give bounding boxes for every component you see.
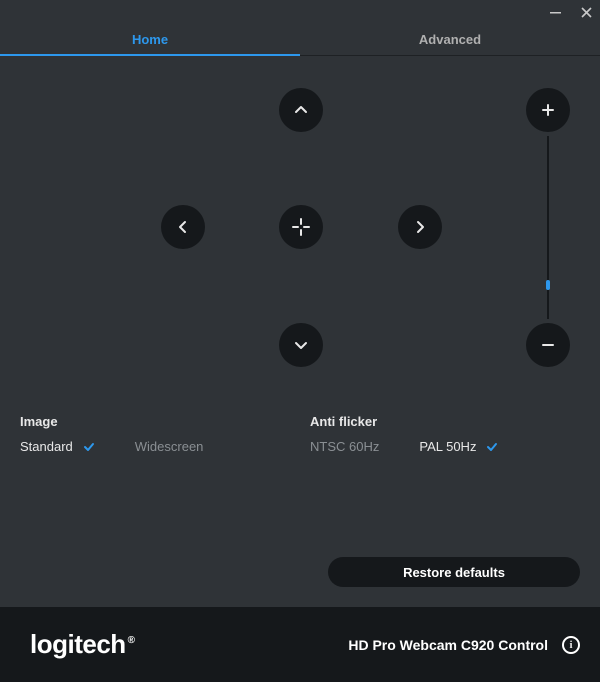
brand-text: logitech	[30, 629, 126, 660]
zoom-control	[526, 56, 570, 396]
image-option-standard[interactable]: Standard	[20, 439, 95, 454]
option-label: Standard	[20, 439, 73, 454]
close-icon[interactable]	[581, 7, 592, 18]
antiflicker-label: Anti flicker	[310, 414, 580, 429]
image-label: Image	[20, 414, 290, 429]
antiflicker-setting-group: Anti flicker NTSC 60Hz PAL 50Hz	[310, 414, 580, 454]
restore-wrap: Restore defaults	[328, 557, 580, 587]
antiflicker-option-pal[interactable]: PAL 50Hz	[419, 439, 498, 454]
device-name: HD Pro Webcam C920 Control	[348, 637, 548, 653]
tilt-down-button[interactable]	[279, 323, 323, 367]
option-label: PAL 50Hz	[419, 439, 476, 454]
zoom-slider-track[interactable]	[547, 136, 549, 319]
image-option-widescreen[interactable]: Widescreen	[135, 439, 204, 454]
zoom-out-button[interactable]	[526, 323, 570, 367]
zoom-in-button[interactable]	[526, 88, 570, 132]
minimize-icon[interactable]	[550, 7, 561, 18]
settings-row: Image Standard Widescreen Anti flicker N…	[0, 396, 600, 454]
image-setting-group: Image Standard Widescreen	[20, 414, 290, 454]
footer: logitech® HD Pro Webcam C920 Control i	[0, 607, 600, 682]
info-icon[interactable]: i	[562, 636, 580, 654]
titlebar	[0, 0, 600, 24]
pan-tilt-zoom-area	[0, 56, 600, 396]
zoom-slider-thumb[interactable]	[546, 280, 550, 290]
tilt-up-button[interactable]	[279, 88, 323, 132]
center-reset-button[interactable]	[279, 205, 323, 249]
brand-logo: logitech®	[30, 629, 135, 660]
pan-left-button[interactable]	[161, 205, 205, 249]
option-label: Widescreen	[135, 439, 204, 454]
restore-defaults-button[interactable]: Restore defaults	[328, 557, 580, 587]
check-icon	[83, 441, 95, 453]
tab-advanced[interactable]: Advanced	[300, 24, 600, 55]
tab-home[interactable]: Home	[0, 24, 300, 55]
tabs: Home Advanced	[0, 24, 600, 56]
check-icon	[486, 441, 498, 453]
option-label: NTSC 60Hz	[310, 439, 379, 454]
antiflicker-option-ntsc[interactable]: NTSC 60Hz	[310, 439, 379, 454]
pan-right-button[interactable]	[398, 205, 442, 249]
